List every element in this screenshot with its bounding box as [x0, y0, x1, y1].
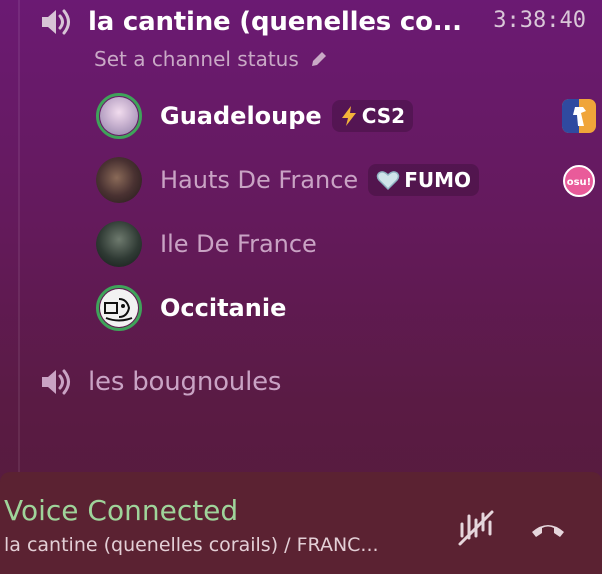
osu-icon[interactable]: osu!: [562, 164, 596, 198]
channel-status-label: Set a channel status: [94, 47, 299, 71]
member-name: Guadeloupe: [160, 102, 322, 130]
call-timer: 3:38:40: [493, 8, 586, 33]
member-name: Occitanie: [160, 294, 287, 322]
voice-channel-la-cantine[interactable]: la cantine (quenelles co...: [40, 0, 462, 44]
member-name: Ile De France: [160, 230, 317, 258]
avatar: [96, 93, 142, 139]
tag-label: CS2: [361, 104, 406, 128]
member-name: Hauts De France: [160, 166, 359, 194]
avatar: [96, 285, 142, 331]
osu-logo-text: osu!: [567, 177, 592, 188]
voice-member[interactable]: Occitanie: [96, 284, 596, 332]
counter-strike-icon[interactable]: [562, 99, 596, 133]
channel-name: les bougnoules: [88, 367, 282, 397]
voice-connected-channel[interactable]: la cantine (quenelles corails) / FRANC..…: [4, 534, 379, 556]
member-tag[interactable]: CS2: [331, 100, 414, 132]
channel-tree-line: [18, 0, 20, 472]
voice-channel-les-bougnoules[interactable]: les bougnoules: [40, 360, 281, 404]
avatar-drawing: [104, 298, 133, 322]
speaker-icon: [40, 367, 80, 397]
voice-member[interactable]: Hauts De France FUMO osu!: [96, 156, 596, 204]
speaker-icon: [40, 7, 80, 37]
member-tag[interactable]: FUMO: [368, 164, 479, 196]
tag-label: FUMO: [404, 168, 471, 192]
noise-suppression-icon[interactable]: [454, 506, 498, 550]
lightning-icon: [340, 105, 358, 127]
set-channel-status[interactable]: Set a channel status: [94, 46, 329, 72]
avatar: [96, 157, 142, 203]
voice-connected-title[interactable]: Voice Connected: [4, 494, 238, 527]
heart-icon: [376, 169, 400, 191]
voice-member[interactable]: Guadeloupe CS2: [96, 92, 596, 140]
channel-name: la cantine (quenelles co...: [88, 7, 462, 37]
voice-member[interactable]: Ile De France: [96, 220, 596, 268]
disconnect-icon[interactable]: [526, 506, 570, 550]
pencil-icon: [309, 49, 329, 69]
avatar: [96, 221, 142, 267]
